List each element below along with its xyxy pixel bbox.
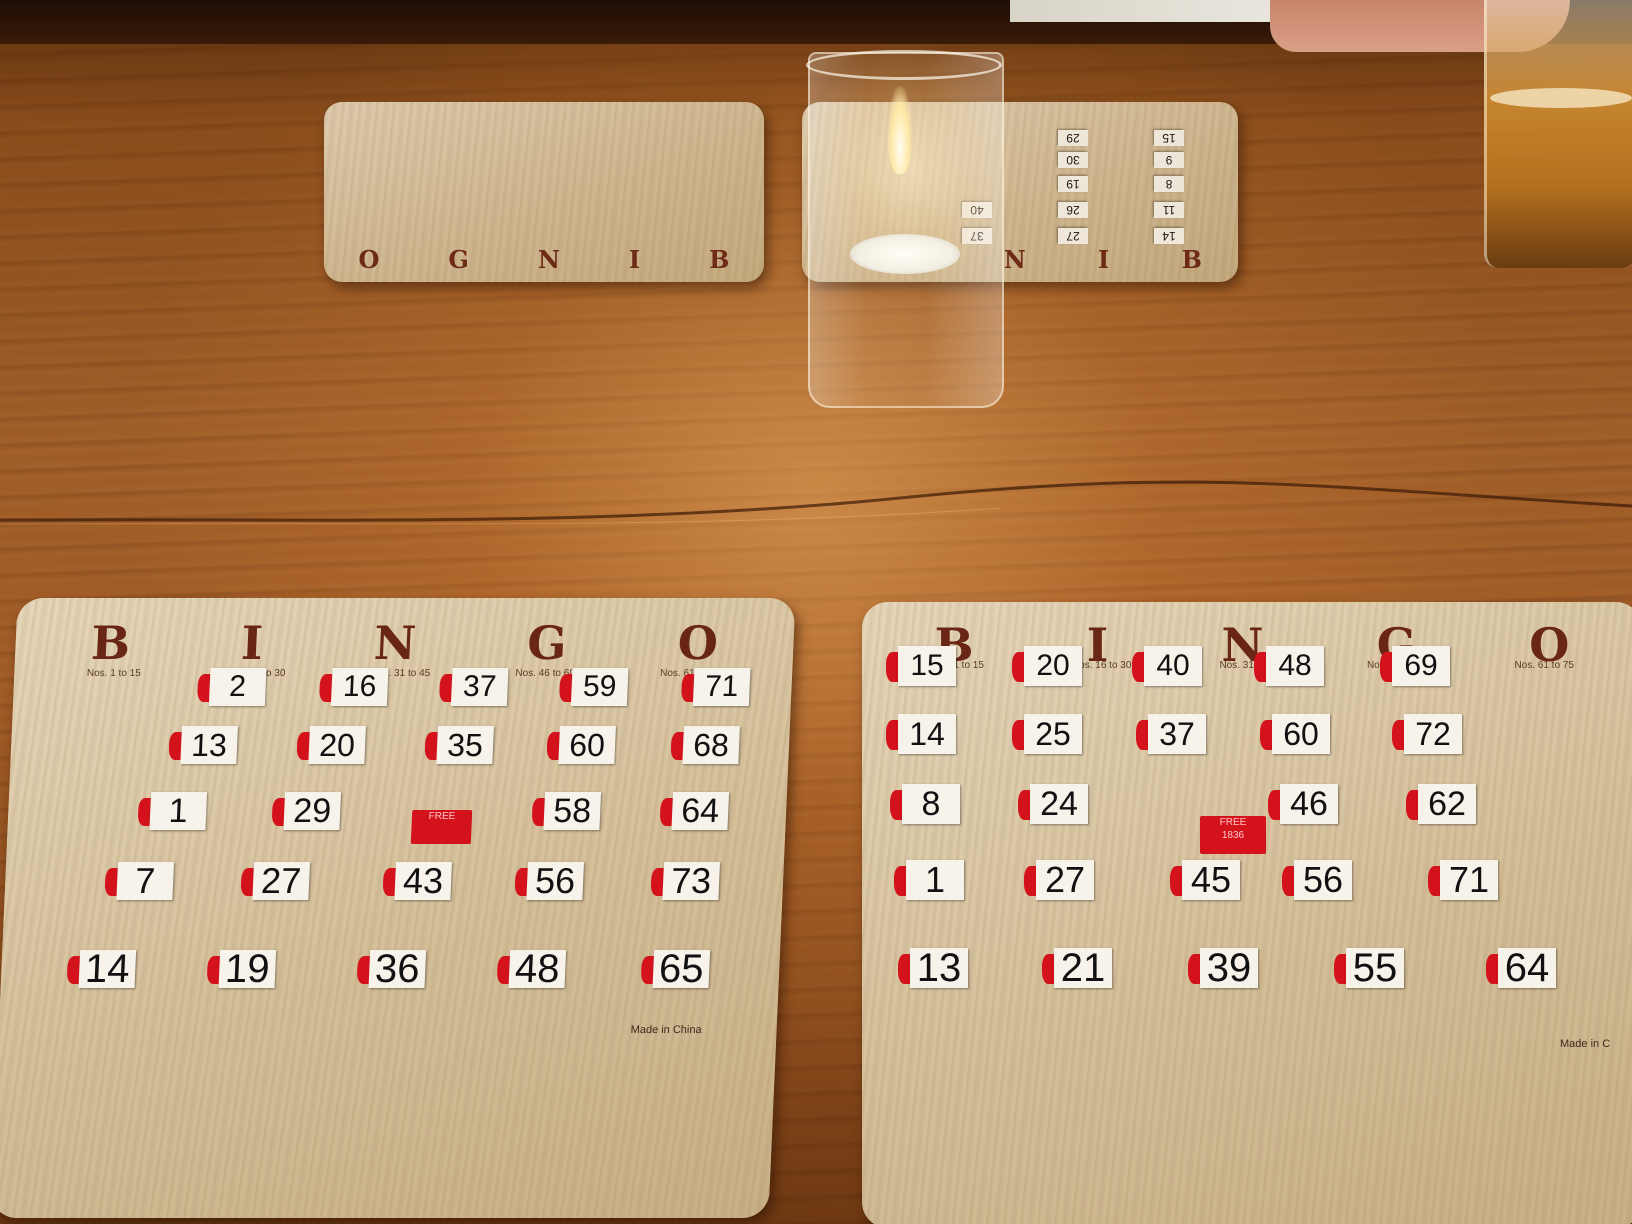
number-cell: 20	[1024, 646, 1082, 686]
made-in-label: Made in C	[1560, 1038, 1611, 1050]
number-cell: 48	[1266, 646, 1324, 686]
number-cell: 29	[1058, 130, 1088, 146]
letter-i: I	[240, 616, 264, 670]
number-cell: 56	[526, 860, 585, 901]
number-cell: 64	[1498, 948, 1556, 988]
number-cell: 71	[692, 668, 751, 706]
number-cell: 30	[1058, 152, 1088, 168]
number-cell: 40	[1144, 646, 1202, 686]
back-left-letters: O G N I B	[324, 245, 764, 274]
letter-n: N	[1003, 245, 1026, 274]
range-o: Nos. 61 to 75	[1514, 660, 1574, 671]
number-cell: 21	[1054, 948, 1112, 988]
number-cell: 2	[208, 668, 267, 706]
letter-g: G	[448, 245, 469, 274]
beer-foam	[1490, 88, 1632, 108]
free-space: FREE	[410, 810, 473, 844]
number-cell: 71	[1440, 860, 1498, 900]
number-cell: 27	[252, 860, 311, 901]
front-left-bingo-card: B I N G O Nos. 1 to 15 Nos. 16 to 30 Nos…	[0, 598, 796, 1218]
number-cell: 29	[283, 792, 342, 830]
number-cell: 59	[570, 668, 629, 706]
made-in-label: Made in China	[630, 1024, 702, 1036]
number-cell: 60	[558, 726, 616, 764]
shirt-edge	[1010, 0, 1280, 22]
free-label: FREE	[1219, 817, 1247, 828]
front-right-ranges: Nos. 1 to 15 Nos. 16 to 30 Nos. 31 to 45…	[862, 660, 1632, 671]
front-left-letters: B I N G O	[14, 616, 794, 670]
number-cell: 60	[1272, 714, 1330, 754]
number-cell: 72	[1404, 714, 1462, 754]
number-cell: 64	[671, 792, 730, 830]
range-b: Nos. 1 to 15	[86, 668, 142, 679]
number-cell: 58	[543, 792, 602, 830]
wood-crack	[0, 480, 1632, 525]
number-cell: 73	[662, 860, 721, 901]
number-cell: 9	[1154, 152, 1184, 168]
number-cell: 15	[898, 646, 956, 686]
free-code: 1836	[1221, 830, 1245, 841]
number-cell: 62	[1418, 784, 1476, 824]
back-right-letters: N I B	[968, 245, 1238, 274]
number-cell: 20	[308, 726, 366, 764]
back-left-bingo-card: O G N I B	[324, 102, 764, 282]
number-cell: 1	[149, 792, 208, 830]
number-cell: 56	[1294, 860, 1352, 900]
number-cell: 14	[78, 947, 137, 991]
number-cell: 36	[368, 947, 427, 991]
front-right-bingo-card: B I N G O Nos. 1 to 15 Nos. 16 to 30 Nos…	[862, 602, 1632, 1224]
front-left-ranges: Nos. 1 to 15 Nos. 16 to 30 Nos. 31 to 45…	[14, 668, 792, 679]
letter-b: B	[1181, 245, 1202, 274]
letter-n: N	[372, 616, 418, 670]
letter-i: I	[628, 245, 641, 274]
number-cell: 19	[218, 947, 277, 991]
number-cell: 1	[906, 860, 964, 900]
letter-b: B	[90, 616, 132, 670]
number-cell: 48	[508, 947, 567, 991]
number-cell: 55	[1346, 948, 1404, 988]
number-cell: 19	[1058, 176, 1088, 192]
wooden-table: O G N I B N I B 1411891527261930293740 B…	[0, 0, 1632, 1224]
letter-b: B	[709, 245, 730, 274]
letter-o: O	[676, 616, 720, 670]
candle-glass-rim	[806, 50, 1002, 80]
letter-i: I	[1098, 245, 1110, 274]
number-cell: 11	[1154, 202, 1184, 218]
letter-o: O	[358, 245, 380, 274]
candle-flame	[887, 86, 913, 174]
free-space: FREE 1836	[1200, 816, 1266, 854]
number-cell: 68	[682, 726, 740, 764]
number-cell: 45	[1182, 860, 1240, 900]
number-cell: 7	[116, 860, 175, 901]
letter-g: G	[526, 616, 568, 670]
number-cell: 8	[1154, 176, 1184, 192]
tealight-candle	[850, 234, 960, 274]
number-cell: 65	[652, 947, 711, 991]
letter-n: N	[537, 245, 560, 274]
number-cell: 26	[1058, 202, 1088, 218]
number-cell: 37	[450, 668, 509, 706]
number-cell: 13	[180, 726, 238, 764]
number-cell: 25	[1024, 714, 1082, 754]
number-cell: 8	[902, 784, 960, 824]
number-cell: 69	[1392, 646, 1450, 686]
number-cell: 46	[1280, 784, 1338, 824]
number-cell: 35	[436, 726, 494, 764]
number-cell: 13	[910, 948, 968, 988]
number-cell: 37	[1148, 714, 1206, 754]
beer-glass	[1484, 0, 1632, 268]
number-cell: 39	[1200, 948, 1258, 988]
number-cell: 27	[1036, 860, 1094, 900]
number-cell: 43	[394, 860, 453, 901]
number-cell: 27	[1058, 228, 1088, 244]
number-cell: 14	[1154, 228, 1184, 244]
number-cell: 24	[1030, 784, 1088, 824]
number-cell: 15	[1154, 130, 1184, 146]
number-cell: 14	[898, 714, 956, 754]
number-cell: 16	[330, 668, 389, 706]
